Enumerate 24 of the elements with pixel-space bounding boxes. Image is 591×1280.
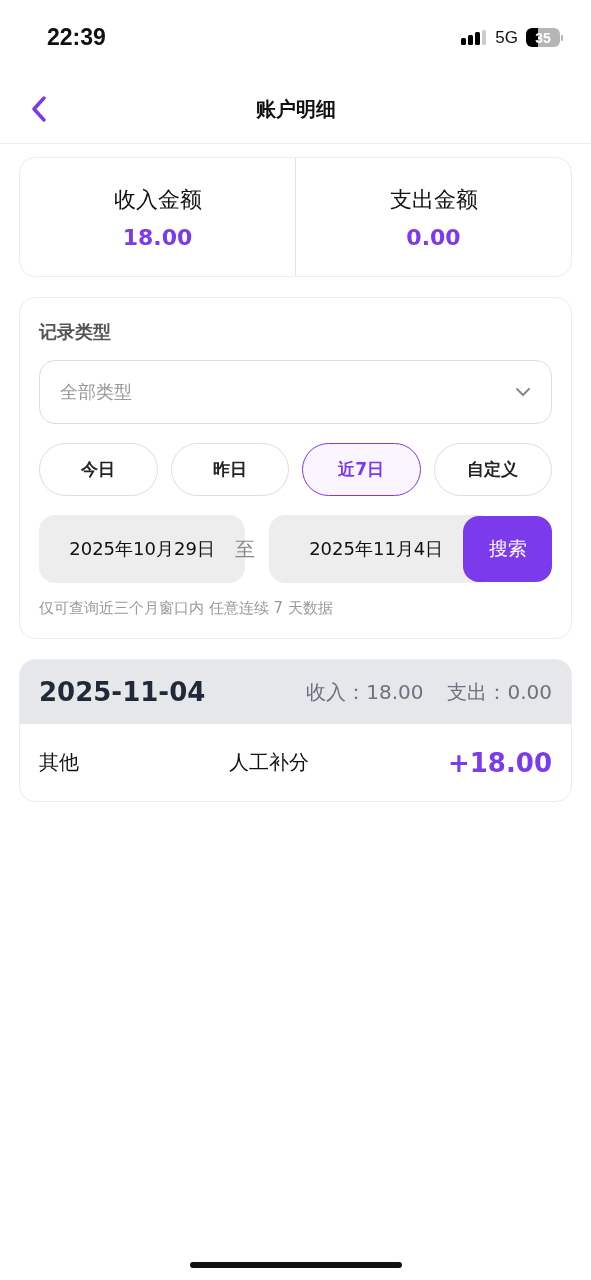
field-label: 记录类型	[39, 320, 112, 344]
search-button[interactable]: 搜索	[463, 516, 552, 582]
summary-label: 收入金额	[113, 185, 202, 214]
range-chip[interactable]: 昨日	[170, 443, 289, 496]
page-title: 账户明细	[255, 95, 336, 123]
summary-amount: 0.00	[406, 224, 461, 250]
range-chip[interactable]: 自定义	[433, 443, 552, 496]
chevron-down-icon	[515, 387, 531, 397]
day-expense: 支出：0.00	[447, 678, 552, 706]
status-time: 22:39	[47, 24, 106, 51]
network-label: 5G	[495, 27, 518, 48]
record-description: 人工补分	[229, 749, 310, 776]
day-date: 2025-11-04	[39, 677, 207, 707]
end-date-field[interactable]: 2025年11月4日	[269, 515, 484, 583]
summary-amount: 18.00	[122, 224, 193, 250]
back-icon[interactable]	[30, 95, 48, 123]
record-category: 其他	[39, 749, 80, 776]
hint-text: 仅可查询近三个月窗口内 任意连续 7 天数据	[39, 599, 334, 618]
range-chip[interactable]: 今日	[39, 443, 158, 496]
record-amount: +18.00	[447, 747, 552, 778]
signal-icon	[461, 29, 488, 46]
range-chip[interactable]: 近7日	[302, 443, 421, 496]
summary-label: 支出金额	[389, 185, 478, 214]
day-income: 收入：18.00	[306, 678, 424, 706]
